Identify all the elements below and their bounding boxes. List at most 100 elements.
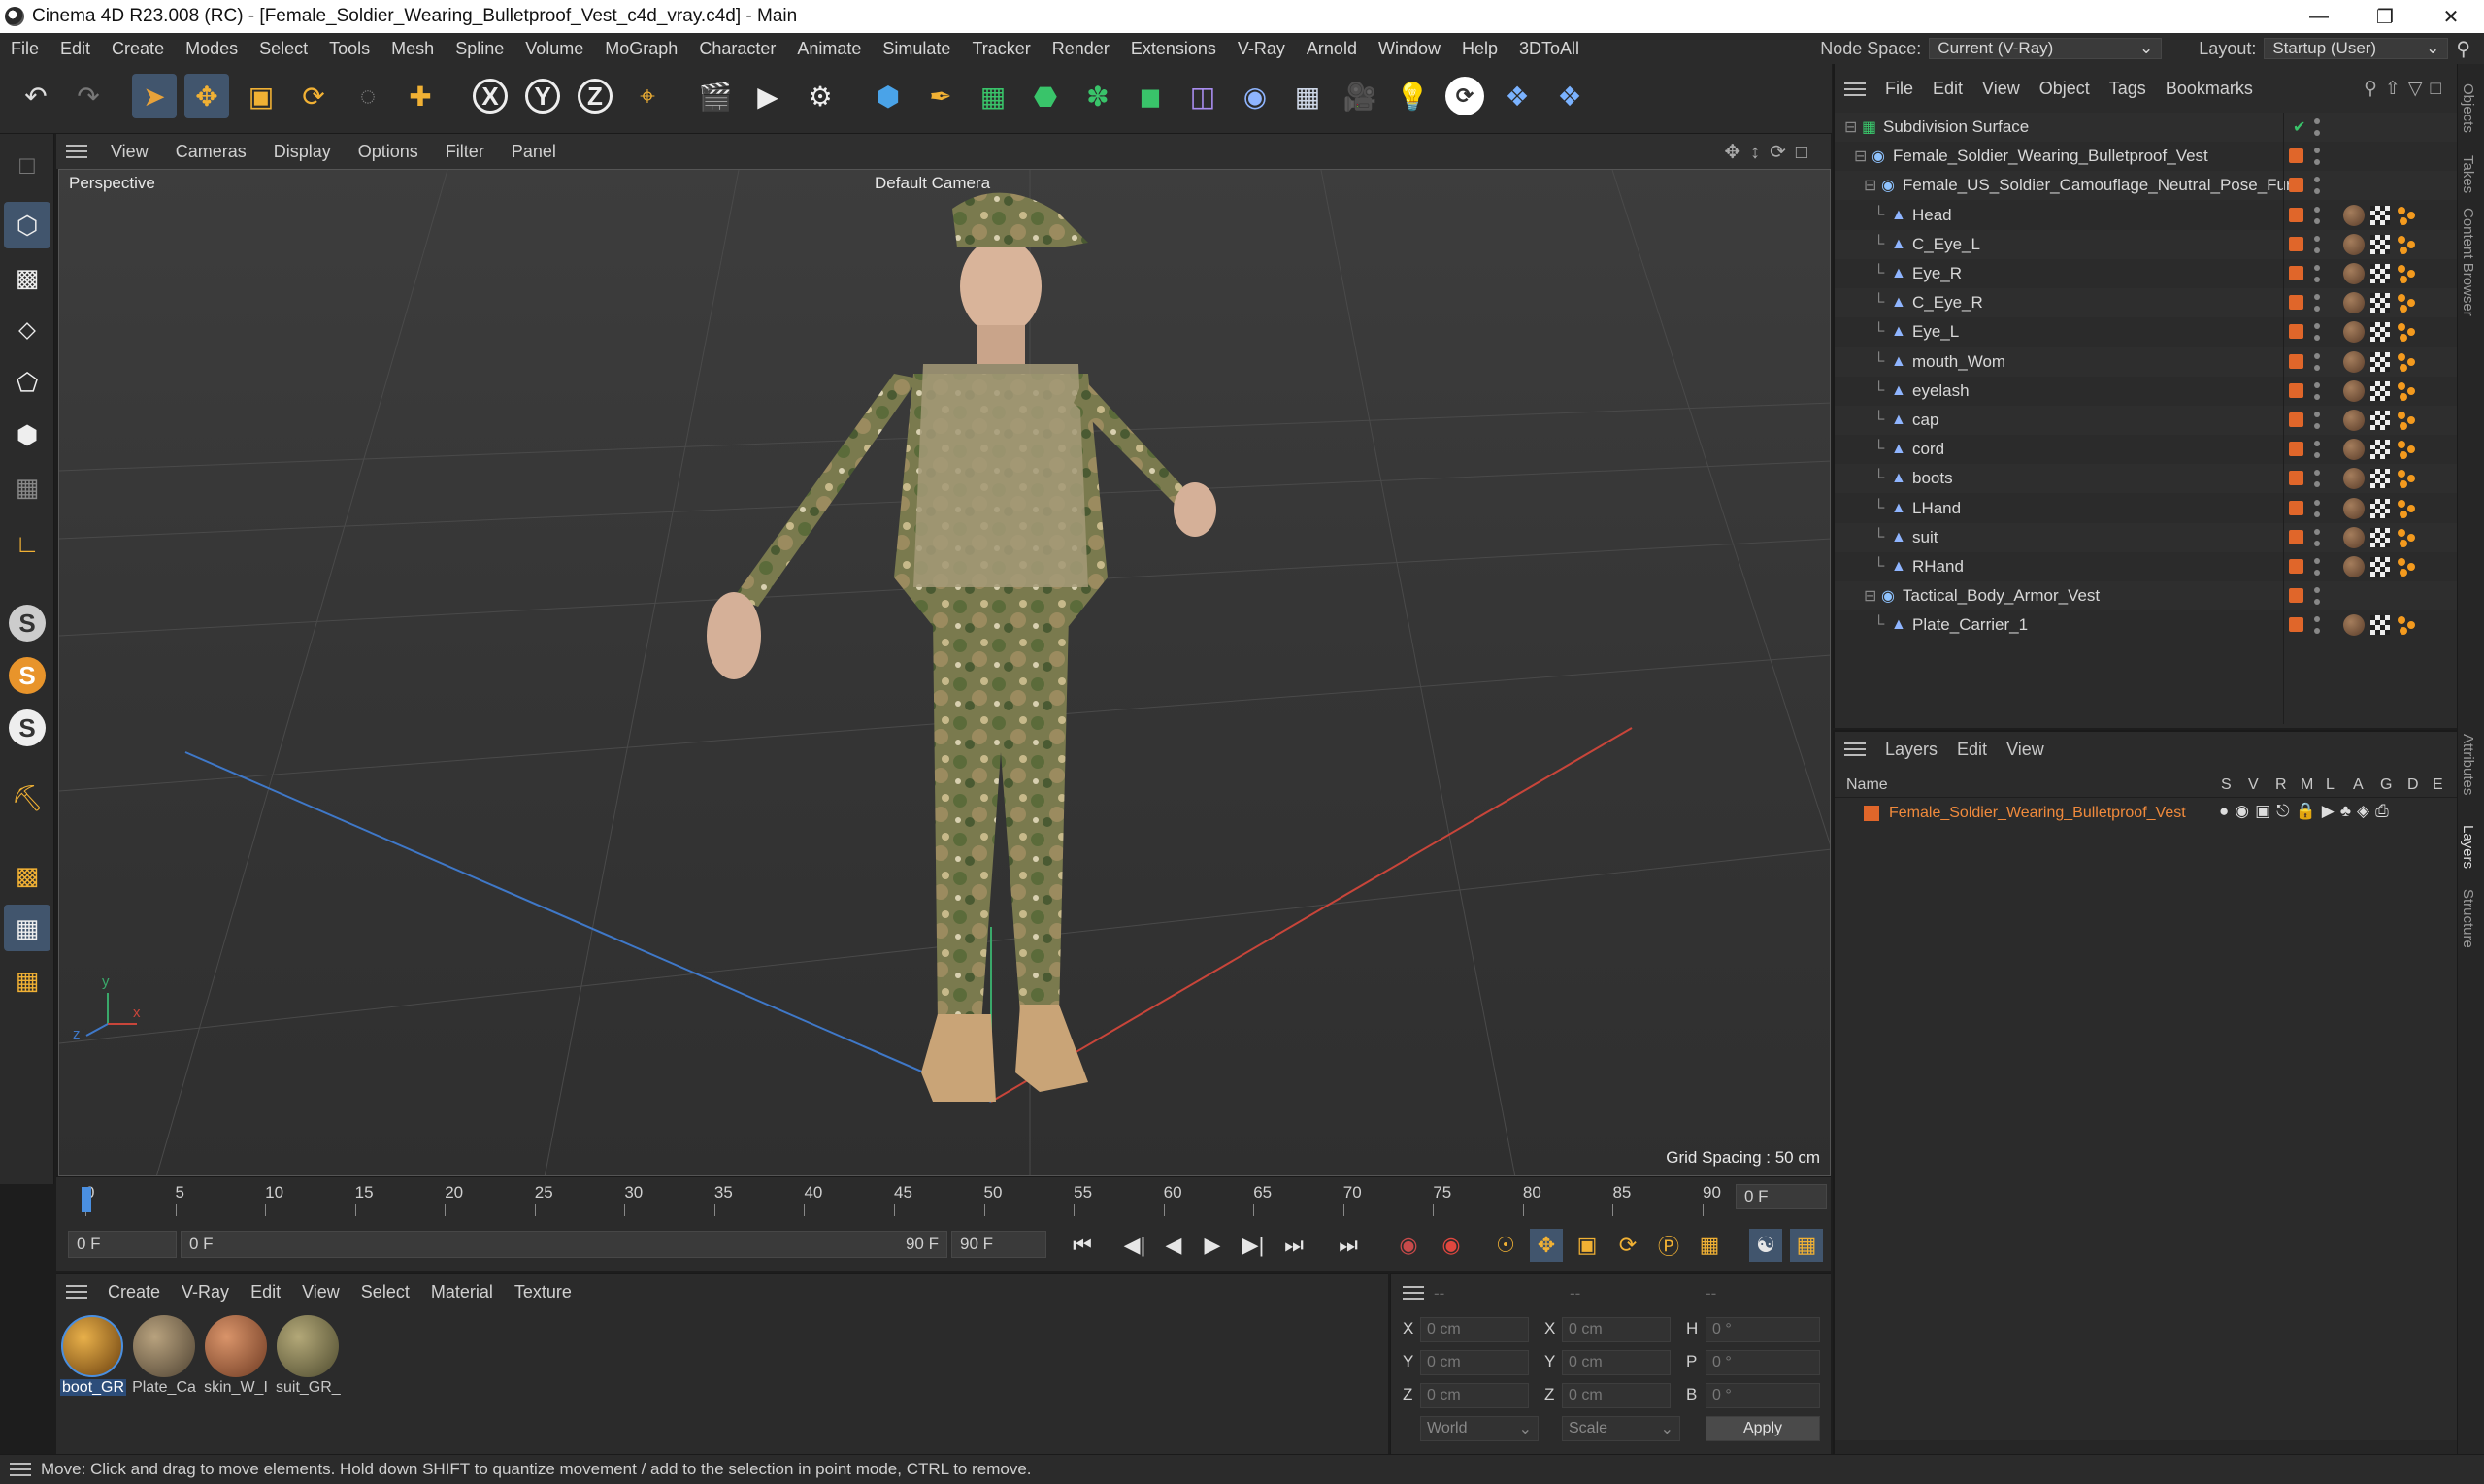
menu-simulate[interactable]: Simulate <box>872 39 961 59</box>
layer-color-dot[interactable] <box>2289 442 2303 457</box>
object-row[interactable]: ⊟ ◉ Female_US_Soldier_Camouflage_Neutral_P… <box>1835 171 2459 201</box>
layout-dropdown[interactable]: Startup (User) ⌄ <box>2264 38 2449 59</box>
material-tag-icon[interactable] <box>2343 321 2365 344</box>
uvw-tag-icon[interactable] <box>2370 411 2390 430</box>
layer-row[interactable]: Female_Soldier_Wearing_Bulletproof_Vest … <box>1835 800 2459 827</box>
viewport-menu-filter[interactable]: Filter <box>432 142 498 162</box>
selection-tag-icon[interactable] <box>2396 439 2419 460</box>
magnet-icon[interactable]: ⛏ <box>4 775 50 821</box>
object-name[interactable]: suit <box>1912 528 1938 547</box>
uvw-tag-icon[interactable] <box>2370 498 2390 518</box>
object-name[interactable]: Eye_R <box>1912 264 1962 283</box>
menu-modes[interactable]: Modes <box>175 39 248 59</box>
menu-vray[interactable]: V-Ray <box>1227 39 1296 59</box>
uvw-tag-icon[interactable] <box>2370 234 2390 254</box>
tab-attributes[interactable]: Attributes <box>2460 734 2476 795</box>
material-tag-icon[interactable] <box>2343 468 2365 490</box>
layer-toggle-icons[interactable]: ●◉▣⎋🔒▶♣◈⎙ <box>2219 802 2395 821</box>
move-icon[interactable]: ✥ <box>184 74 229 118</box>
object-row[interactable]: └ ▲ Plate_Carrier_1 <box>1835 610 2459 640</box>
collapse-icon[interactable]: ⊟ <box>1854 147 1867 166</box>
planar-workplane-icon[interactable]: ▦ <box>4 957 50 1004</box>
menu-mesh[interactable]: Mesh <box>381 39 445 59</box>
playhead[interactable] <box>82 1187 91 1212</box>
vray-logo-icon[interactable]: ⟳ <box>1442 74 1487 118</box>
live-selection-icon[interactable]: ✚ <box>398 74 443 118</box>
object-name[interactable]: LHand <box>1912 499 1961 518</box>
visibility-toggle-icon[interactable] <box>2314 148 2320 166</box>
key-scale-icon[interactable]: ▣ <box>1571 1229 1604 1262</box>
menu-arnold[interactable]: Arnold <box>1296 39 1368 59</box>
layer-color-dot[interactable] <box>2289 236 2303 251</box>
tab-objects[interactable]: Objects <box>2460 83 2476 133</box>
uvw-tag-icon[interactable] <box>2370 615 2390 636</box>
selection-tag-icon[interactable] <box>2396 410 2419 431</box>
go-to-end-icon[interactable]: ⏭ <box>1332 1229 1365 1262</box>
layer-color-dot[interactable] <box>2289 412 2303 427</box>
object-name[interactable]: Eye_L <box>1912 322 1959 342</box>
layer-color-swatch[interactable] <box>1864 806 1879 821</box>
object-name[interactable]: Tactical_Body_Armor_Vest <box>1903 586 2100 606</box>
object-row[interactable]: └ ▲ mouth_Wom <box>1835 346 2459 377</box>
material-tag-icon[interactable] <box>2343 379 2365 402</box>
menu-render[interactable]: Render <box>1042 39 1120 59</box>
array-icon[interactable]: ◼ <box>1128 74 1173 118</box>
layer-color-dot[interactable] <box>2289 148 2303 164</box>
workplane-icon[interactable]: ▩ <box>4 852 50 899</box>
object-menu-object[interactable]: Object <box>2030 79 2100 99</box>
undo-icon[interactable]: ↶ <box>14 74 58 118</box>
polygon-mode-icon[interactable]: ⬢ <box>4 412 50 458</box>
visibility-toggle-icon[interactable] <box>2314 177 2320 195</box>
layer-color-dot[interactable] <box>2289 207 2303 222</box>
material-menu-icon[interactable] <box>66 1285 87 1299</box>
object-row[interactable]: ⊟ ◉ Tactical_Body_Armor_Vest <box>1835 581 2459 611</box>
uvw-tag-icon[interactable] <box>2370 322 2390 343</box>
coordinate-system-icon[interactable]: ⌖ <box>625 74 670 118</box>
field-icon[interactable]: ◉ <box>1233 74 1277 118</box>
menu-tools[interactable]: Tools <box>318 39 381 59</box>
viewport-menu-icon[interactable] <box>66 145 87 158</box>
next-frame-icon[interactable]: ▶| <box>1237 1229 1270 1262</box>
collapse-icon[interactable]: ⊟ <box>1864 176 1876 195</box>
object-row[interactable]: ⊟ ◉ Female_Soldier_Wearing_Bulletproof_Ves… <box>1835 142 2459 171</box>
uvw-tag-icon[interactable] <box>2370 557 2390 577</box>
visibility-toggle-icon[interactable] <box>2314 265 2320 282</box>
python-script-icon[interactable]: ❖ <box>1495 74 1540 118</box>
subdivision-generator-icon[interactable]: ▦ <box>971 74 1015 118</box>
selection-tag-icon[interactable] <box>2396 321 2419 343</box>
selection-tag-icon[interactable] <box>2396 263 2419 284</box>
menu-file[interactable]: File <box>0 39 50 59</box>
play-icon[interactable]: ▶ <box>1196 1229 1229 1262</box>
coord-rot-b-field[interactable]: 0 ° <box>1706 1383 1820 1408</box>
material-tag-icon[interactable] <box>2343 292 2365 314</box>
redo-icon[interactable]: ↷ <box>66 74 111 118</box>
rotate-icon[interactable]: ⟳ <box>291 74 336 118</box>
menu-help[interactable]: Help <box>1451 39 1508 59</box>
node-space-dropdown[interactable]: Current (V-Ray) ⌄ <box>1929 38 2163 59</box>
menu-mograph[interactable]: MoGraph <box>594 39 688 59</box>
visibility-toggle-icon[interactable] <box>2314 381 2320 400</box>
layer-color-dot[interactable] <box>2289 559 2303 574</box>
previous-key-icon[interactable]: ◀| <box>1118 1229 1151 1262</box>
object-search-filter-icons[interactable]: ⚲⇧▽□ <box>2364 78 2459 100</box>
menu-create[interactable]: Create <box>101 39 175 59</box>
menu-edit[interactable]: Edit <box>50 39 101 59</box>
coord-rot-p-field[interactable]: 0 ° <box>1706 1350 1820 1375</box>
collapse-icon[interactable]: ⊟ <box>1864 586 1876 606</box>
camera-icon[interactable]: 🎥 <box>1338 74 1382 118</box>
selection-tag-icon[interactable] <box>2396 205 2419 226</box>
material-menu-edit[interactable]: Edit <box>240 1282 291 1303</box>
status-menu-icon[interactable] <box>10 1463 31 1476</box>
viewport-menu-options[interactable]: Options <box>345 142 432 162</box>
apply-button[interactable]: Apply <box>1706 1416 1820 1441</box>
key-pla-icon[interactable]: ▦ <box>1693 1229 1726 1262</box>
viewport-menu-cameras[interactable]: Cameras <box>162 142 260 162</box>
layer-menu-view[interactable]: View <box>1997 740 2054 760</box>
menu-extensions[interactable]: Extensions <box>1120 39 1227 59</box>
keyframe-selection-icon[interactable]: ☉ <box>1489 1229 1522 1262</box>
coord-mode-dropdown[interactable]: World ⌄ <box>1420 1416 1539 1441</box>
search-icon[interactable]: ⚲ <box>2456 37 2470 61</box>
go-to-start-icon[interactable]: ⏮ <box>1066 1229 1099 1262</box>
menu-character[interactable]: Character <box>688 39 786 59</box>
locked-workplane-icon[interactable]: ▦ <box>4 905 50 951</box>
